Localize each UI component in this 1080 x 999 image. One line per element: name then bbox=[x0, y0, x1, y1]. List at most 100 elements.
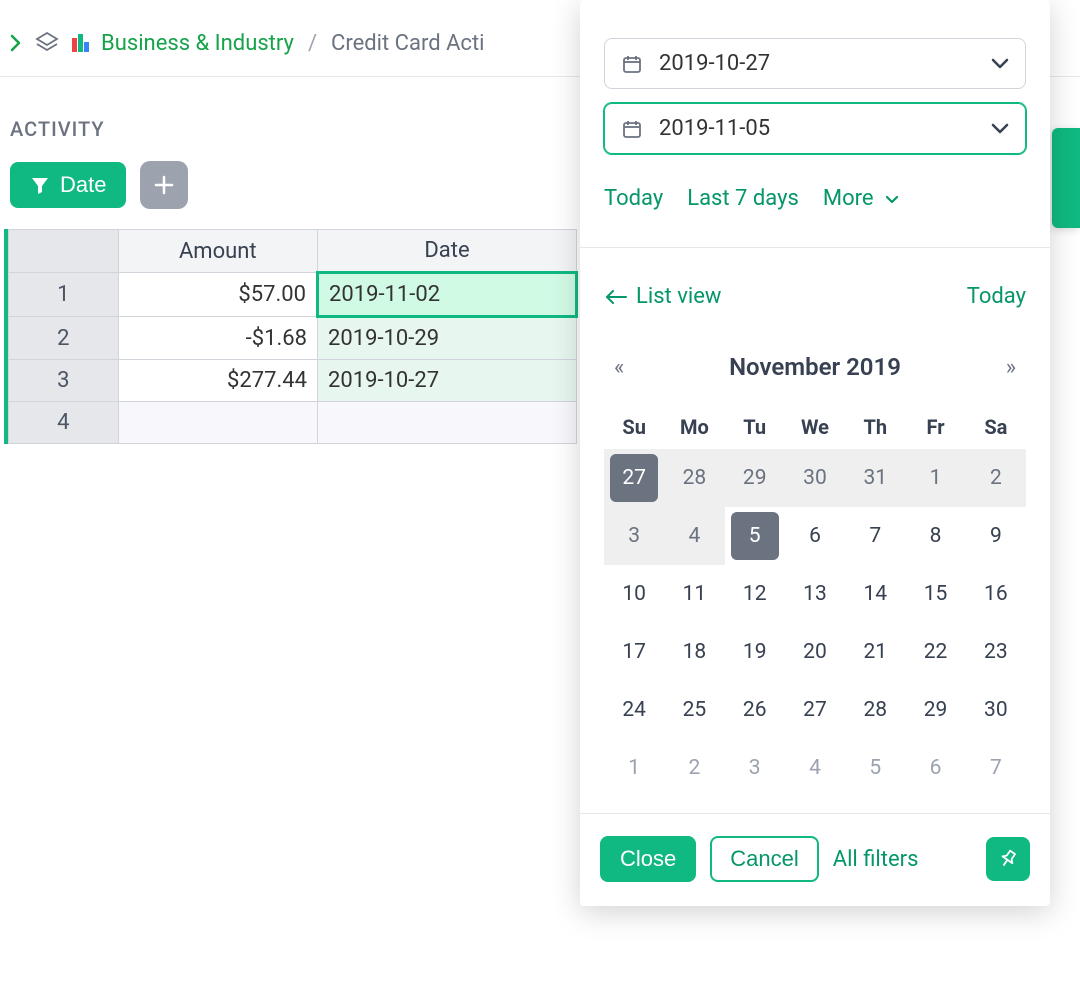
calendar-day[interactable]: 8 bbox=[905, 507, 965, 565]
quick-links: Today Last 7 days More bbox=[604, 168, 1026, 233]
calendar-day[interactable]: 23 bbox=[966, 623, 1026, 681]
calendar-day[interactable]: 7 bbox=[845, 507, 905, 565]
calendar-day[interactable]: 3 bbox=[725, 739, 785, 797]
date-range-popup: 2019-10-27 2019-11-05 Today Last 7 days … bbox=[580, 0, 1050, 906]
table-row[interactable]: 1$57.002019-11-02 bbox=[9, 273, 577, 317]
cell-date[interactable]: 2019-10-27 bbox=[318, 360, 577, 402]
calendar-day[interactable]: 28 bbox=[845, 681, 905, 739]
calendar-day[interactable]: 6 bbox=[785, 507, 845, 565]
quick-more[interactable]: More bbox=[823, 186, 899, 211]
calendar-day[interactable]: 30 bbox=[966, 681, 1026, 739]
calendar-day[interactable]: 27 bbox=[604, 449, 664, 507]
calendar-day[interactable]: 25 bbox=[664, 681, 724, 739]
date-to-input[interactable]: 2019-11-05 bbox=[604, 103, 1026, 154]
date-from-value: 2019-10-27 bbox=[659, 51, 770, 76]
chevron-down-icon bbox=[991, 58, 1009, 70]
add-filter-button[interactable] bbox=[140, 161, 188, 209]
calendar-icon bbox=[621, 53, 643, 75]
calendar-day[interactable]: 10 bbox=[604, 565, 664, 623]
calendar-day[interactable]: 3 bbox=[604, 507, 664, 565]
cell-amount[interactable]: -$1.68 bbox=[118, 317, 317, 360]
cell-date[interactable] bbox=[318, 402, 577, 444]
calendar-day[interactable]: 2 bbox=[966, 449, 1026, 507]
quick-last7[interactable]: Last 7 days bbox=[687, 186, 799, 211]
calendar-day[interactable]: 9 bbox=[966, 507, 1026, 565]
quick-today[interactable]: Today bbox=[604, 186, 663, 211]
row-number: 4 bbox=[9, 402, 119, 444]
divider bbox=[580, 247, 1050, 248]
calendar-day[interactable]: 20 bbox=[785, 623, 845, 681]
calendar-day[interactable]: 27 bbox=[785, 681, 845, 739]
date-to-value: 2019-11-05 bbox=[659, 116, 770, 141]
data-table: Amount Date 1$57.002019-11-022-$1.682019… bbox=[8, 229, 578, 444]
layers-icon[interactable] bbox=[34, 30, 60, 56]
table-row[interactable]: 3$277.442019-10-27 bbox=[9, 360, 577, 402]
plus-icon bbox=[153, 174, 175, 196]
expand-handle[interactable] bbox=[1052, 128, 1080, 228]
table-row[interactable]: 4 bbox=[9, 402, 577, 444]
calendar-day[interactable]: 7 bbox=[966, 739, 1026, 797]
funnel-icon bbox=[30, 175, 50, 195]
row-number: 1 bbox=[9, 273, 119, 317]
calendar-day[interactable]: 22 bbox=[905, 623, 965, 681]
calendar-day[interactable]: 13 bbox=[785, 565, 845, 623]
calendar-day[interactable]: 11 bbox=[664, 565, 724, 623]
calendar-day[interactable]: 29 bbox=[725, 449, 785, 507]
arrow-left-icon bbox=[604, 290, 628, 304]
calendar-day[interactable]: 26 bbox=[725, 681, 785, 739]
weekday-header: Sa bbox=[966, 405, 1026, 449]
list-view-link[interactable]: List view bbox=[604, 284, 721, 309]
calendar-day[interactable]: 1 bbox=[604, 739, 664, 797]
today-link[interactable]: Today bbox=[967, 284, 1026, 309]
weekday-header: Th bbox=[845, 405, 905, 449]
date-filter-button[interactable]: Date bbox=[10, 162, 126, 208]
calendar-day[interactable]: 12 bbox=[725, 565, 785, 623]
breadcrumb-category-link[interactable]: Business & Industry bbox=[101, 31, 294, 56]
calendar-day[interactable]: 14 bbox=[845, 565, 905, 623]
calendar: SuMoTuWeThFrSa 2728293031123456789101112… bbox=[604, 405, 1026, 797]
weekday-header: We bbox=[785, 405, 845, 449]
calendar-day[interactable]: 18 bbox=[664, 623, 724, 681]
weekday-header: Fr bbox=[905, 405, 965, 449]
column-header-amount[interactable]: Amount bbox=[118, 230, 317, 273]
cell-date[interactable]: 2019-10-29 bbox=[318, 317, 577, 360]
cell-amount[interactable]: $57.00 bbox=[118, 273, 317, 317]
calendar-day[interactable]: 15 bbox=[905, 565, 965, 623]
calendar-day[interactable]: 2 bbox=[664, 739, 724, 797]
row-number: 3 bbox=[9, 360, 119, 402]
cell-amount[interactable] bbox=[118, 402, 317, 444]
bar-chart-icon bbox=[72, 34, 89, 52]
table-row[interactable]: 2-$1.682019-10-29 bbox=[9, 317, 577, 360]
close-button[interactable]: Close bbox=[600, 836, 696, 882]
cell-amount[interactable]: $277.44 bbox=[118, 360, 317, 402]
calendar-day[interactable]: 4 bbox=[785, 739, 845, 797]
calendar-day[interactable]: 17 bbox=[604, 623, 664, 681]
calendar-day[interactable]: 30 bbox=[785, 449, 845, 507]
calendar-day[interactable]: 5 bbox=[725, 507, 785, 565]
calendar-day[interactable]: 31 bbox=[845, 449, 905, 507]
all-filters-link[interactable]: All filters bbox=[833, 847, 919, 872]
chevron-right-icon[interactable] bbox=[10, 34, 22, 52]
cell-date[interactable]: 2019-11-02 bbox=[318, 273, 577, 317]
column-header-date[interactable]: Date bbox=[318, 230, 577, 273]
calendar-day[interactable]: 4 bbox=[664, 507, 724, 565]
calendar-day[interactable]: 5 bbox=[845, 739, 905, 797]
calendar-icon bbox=[621, 118, 643, 140]
next-month-button[interactable]: » bbox=[1006, 355, 1016, 380]
calendar-day[interactable]: 6 bbox=[905, 739, 965, 797]
calendar-day[interactable]: 29 bbox=[905, 681, 965, 739]
calendar-day[interactable]: 19 bbox=[725, 623, 785, 681]
calendar-day[interactable]: 16 bbox=[966, 565, 1026, 623]
breadcrumb-separator: / bbox=[308, 31, 317, 56]
cancel-button[interactable]: Cancel bbox=[710, 836, 818, 882]
pin-button[interactable] bbox=[986, 837, 1030, 881]
weekday-header: Mo bbox=[664, 405, 724, 449]
row-number: 2 bbox=[9, 317, 119, 360]
calendar-day[interactable]: 28 bbox=[664, 449, 724, 507]
calendar-day[interactable]: 21 bbox=[845, 623, 905, 681]
prev-month-button[interactable]: « bbox=[614, 355, 624, 380]
calendar-day[interactable]: 1 bbox=[905, 449, 965, 507]
date-from-input[interactable]: 2019-10-27 bbox=[604, 38, 1026, 89]
calendar-day[interactable]: 24 bbox=[604, 681, 664, 739]
weekday-header: Tu bbox=[725, 405, 785, 449]
